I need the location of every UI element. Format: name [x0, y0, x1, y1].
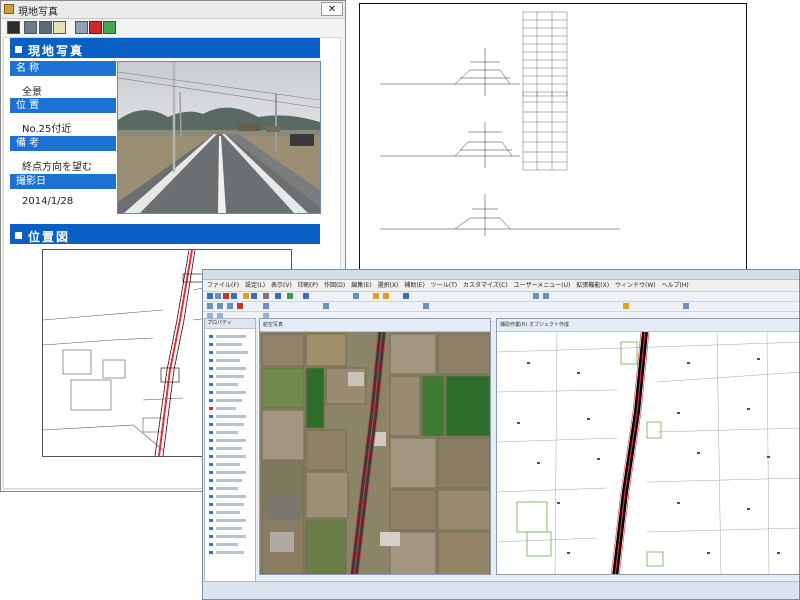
menu-assist[interactable]: 補助(E)	[404, 282, 424, 289]
menu-edit[interactable]: 編集(E)	[351, 282, 371, 289]
tool-icon[interactable]	[323, 303, 329, 309]
cad-statusbar	[203, 581, 799, 599]
tool-icon[interactable]	[207, 293, 213, 299]
field-value-name: 全景	[22, 87, 42, 98]
menu-settings[interactable]: 設定(L)	[245, 282, 265, 289]
menu-view[interactable]: 表示(V)	[271, 282, 292, 289]
tool-icon[interactable]	[215, 293, 221, 299]
cad-menubar: ファイル(F) 設定(L) 表示(V) 印刷(P) 作図(D) 編集(E) 選択…	[203, 280, 799, 292]
vector-map-view[interactable]: 補助作業(R) オブジェクト作成	[496, 318, 799, 575]
bullet-square-icon	[15, 46, 22, 53]
export-icon[interactable]	[89, 21, 102, 34]
tool-icon[interactable]	[223, 293, 229, 299]
cad-window: ファイル(F) 設定(L) 表示(V) 印刷(P) 作図(D) 編集(E) 選択…	[202, 269, 800, 600]
tool-icon[interactable]	[353, 293, 359, 299]
tool-icon[interactable]	[303, 293, 309, 299]
photo-section-header: 現地写真	[10, 38, 320, 58]
field-label-name: 名 称	[10, 61, 116, 76]
menu-file[interactable]: ファイル(F)	[207, 282, 239, 289]
cad-titlebar	[203, 270, 799, 280]
print-preview-icon[interactable]	[39, 21, 52, 34]
site-photo	[117, 61, 321, 214]
tool-icon[interactable]	[533, 293, 539, 299]
layout-icon[interactable]	[75, 21, 88, 34]
menu-extensions[interactable]: 拡張機能(X)	[576, 282, 609, 289]
field-label-location: 位 置	[10, 98, 116, 113]
tool-icon[interactable]	[237, 303, 243, 309]
cad-toolbar-1	[203, 292, 799, 302]
menu-print[interactable]: 印刷(P)	[298, 282, 318, 289]
zoom-icon[interactable]	[53, 21, 66, 34]
window-title: 現地写真	[18, 7, 58, 18]
layer-panel-title: プロパティ	[205, 319, 255, 329]
tool-icon[interactable]	[287, 293, 293, 299]
save-icon[interactable]	[7, 21, 20, 34]
tool-icon[interactable]	[227, 303, 233, 309]
tool-icon[interactable]	[543, 293, 549, 299]
menu-window[interactable]: ウィンドウ(W)	[615, 282, 656, 289]
tool-icon[interactable]	[243, 293, 249, 299]
field-label-remarks: 備 考	[10, 136, 116, 151]
menu-draw[interactable]: 作図(D)	[324, 282, 345, 289]
tool-icon[interactable]	[423, 303, 429, 309]
field-value-location: No.25付近	[22, 124, 72, 135]
tool-icon[interactable]	[383, 293, 389, 299]
menu-user[interactable]: ユーザーメニュー(U)	[514, 282, 571, 289]
app-icon	[4, 4, 14, 14]
tool-icon[interactable]	[683, 303, 689, 309]
tool-icon[interactable]	[251, 293, 257, 299]
tool-icon[interactable]	[207, 303, 213, 309]
tool-icon[interactable]	[623, 303, 629, 309]
tool-icon[interactable]	[275, 293, 281, 299]
aerial-view-tab[interactable]: 航空写真	[260, 319, 490, 332]
bullet-square-icon	[15, 232, 22, 239]
vector-view-tab[interactable]: 補助作業(R) オブジェクト作成	[497, 319, 799, 332]
cad-toolbar-2	[203, 302, 799, 312]
tool-icon[interactable]	[263, 303, 269, 309]
photo-window-titlebar: 現地写真 ✕	[1, 1, 345, 19]
tool-icon[interactable]	[403, 293, 409, 299]
photo-toolbar	[1, 19, 345, 37]
menu-help[interactable]: ヘルプ(H)	[662, 282, 689, 289]
tool-icon[interactable]	[217, 303, 223, 309]
menu-customize[interactable]: カスタマイズ(C)	[463, 282, 508, 289]
menu-tools[interactable]: ツール(T)	[431, 282, 457, 289]
menu-select[interactable]: 選択(X)	[378, 282, 399, 289]
close-button[interactable]: ✕	[321, 2, 343, 16]
cross-section-drawing	[359, 3, 747, 271]
tool-icon[interactable]	[373, 293, 379, 299]
print-icon[interactable]	[24, 21, 37, 34]
layer-panel: プロパティ	[204, 318, 256, 588]
tool-icon[interactable]	[263, 293, 269, 299]
field-value-remarks: 終点方向を望む	[22, 162, 92, 173]
tool-icon[interactable]	[231, 293, 237, 299]
aerial-photo-view[interactable]: 航空写真	[259, 318, 491, 575]
document-icon[interactable]	[103, 21, 116, 34]
location-section-header: 位置図	[10, 224, 320, 244]
field-label-date: 撮影日	[10, 174, 116, 189]
field-value-date: 2014/1/28	[22, 196, 74, 207]
